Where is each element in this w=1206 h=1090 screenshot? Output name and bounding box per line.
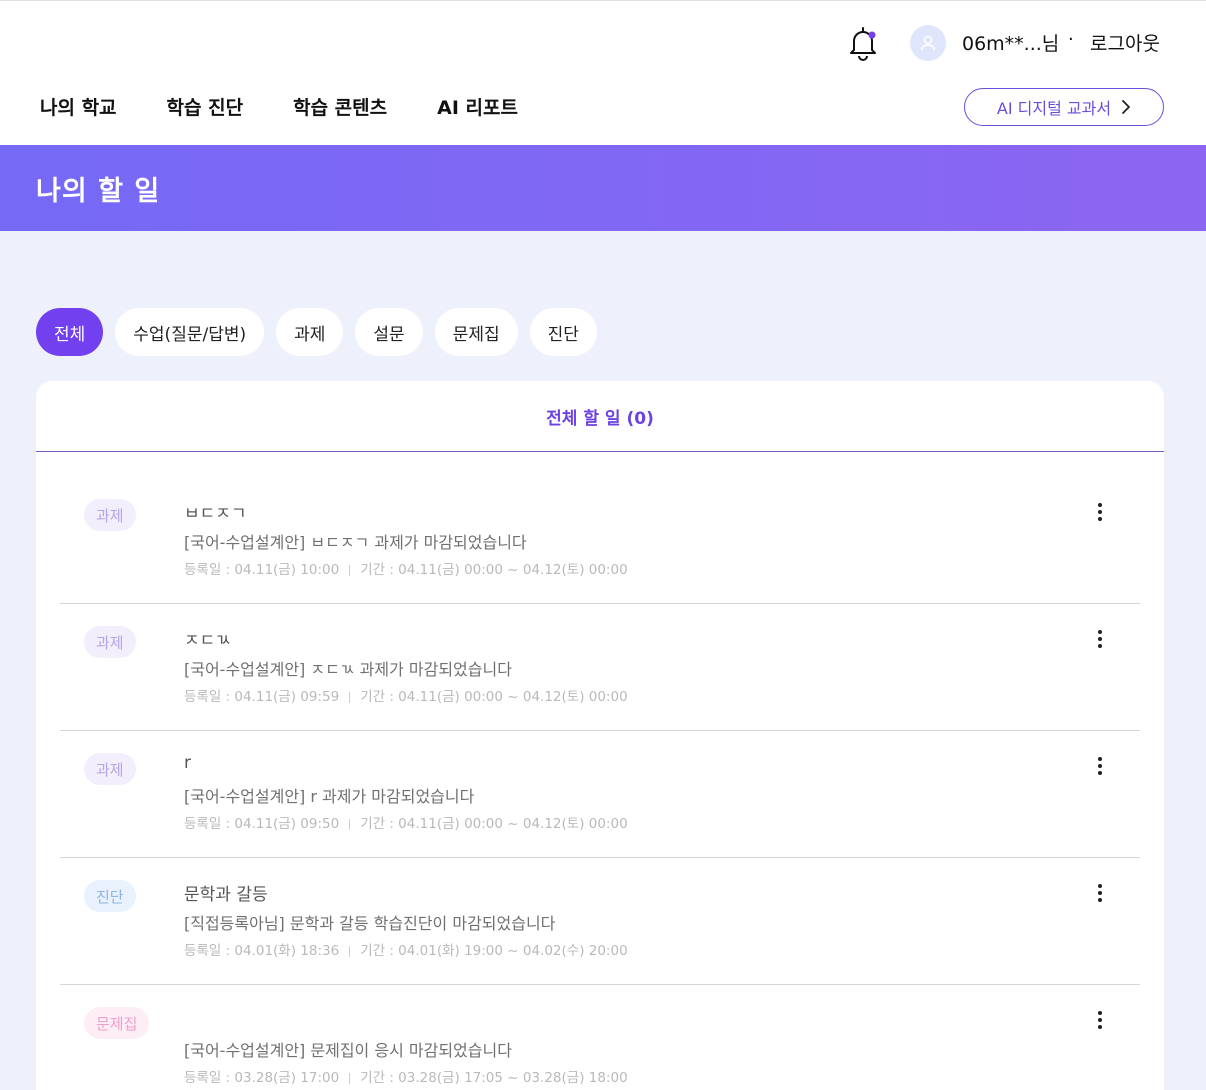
top-header: 06m**...님 · 로그아웃 나의 학교 학습 진단 학습 콘텐츠 AI 리… xyxy=(0,0,1206,145)
registered-date: 등록일 : 04.11(금) 10:00 xyxy=(184,562,340,578)
nav-learning-diagnosis[interactable]: 학습 진단 xyxy=(167,93,244,120)
page-banner: 나의 할 일 xyxy=(0,145,1206,231)
more-options-icon[interactable] xyxy=(1088,626,1112,652)
type-badge: 과제 xyxy=(84,626,136,658)
filter-task[interactable]: 과제 xyxy=(276,308,344,356)
divider xyxy=(349,691,351,703)
chevron-right-icon xyxy=(1122,100,1130,114)
nav-ai-report[interactable]: AI 리포트 xyxy=(437,93,518,120)
list-item[interactable]: 문제집 [국어-수업설계안] 문제집이 응시 마감되었습니다 등록일 : 03.… xyxy=(60,985,1140,1090)
item-meta: 등록일 : 04.11(금) 09:59 기간 : 04.11(금) 00:00 … xyxy=(184,685,628,705)
item-description: [국어-수업설계안] 문제집이 응시 마감되었습니다 xyxy=(184,1041,512,1060)
panel-header: 전체 할 일 (0) xyxy=(36,381,1164,452)
item-description: [국어-수업설계안] ㅂㄷㅈㄱ 과제가 마감되었습니다 xyxy=(184,533,527,552)
list-item[interactable]: 과제 r [국어-수업설계안] r 과제가 마감되었습니다 등록일 : 04.1… xyxy=(60,731,1140,858)
filter-survey[interactable]: 설문 xyxy=(355,308,423,356)
logout-link[interactable]: 로그아웃 xyxy=(1090,29,1160,56)
item-meta: 등록일 : 04.11(금) 09:50 기간 : 04.11(금) 00:00 … xyxy=(184,812,628,832)
type-badge: 과제 xyxy=(84,499,136,531)
filter-class-qa[interactable]: 수업(질문/답변) xyxy=(115,308,265,356)
more-options-icon[interactable] xyxy=(1088,499,1112,525)
period: 기간 : 04.11(금) 00:00 ~ 04.12(토) 00:00 xyxy=(360,689,628,705)
item-title: ㅈㄷㄳ xyxy=(184,631,231,651)
divider xyxy=(349,818,351,830)
user-name: 06m**...님 xyxy=(962,33,1060,55)
bell-icon[interactable] xyxy=(846,25,880,61)
item-description: [직접등록아님] 문학과 갈등 학습진단이 마감되었습니다 xyxy=(184,914,556,933)
registered-date: 등록일 : 04.01(화) 18:36 xyxy=(184,943,340,959)
item-meta: 등록일 : 04.11(금) 10:00 기간 : 04.11(금) 00:00 … xyxy=(184,558,628,578)
item-description: [국어-수업설계안] ㅈㄷㄳ 과제가 마감되었습니다 xyxy=(184,660,512,679)
item-description: [국어-수업설계안] r 과제가 마감되었습니다 xyxy=(184,787,475,806)
period: 기간 : 04.11(금) 00:00 ~ 04.12(토) 00:00 xyxy=(360,816,628,832)
ai-textbook-label: AI 디지털 교과서 xyxy=(996,99,1112,118)
divider xyxy=(349,564,351,576)
list-item[interactable]: 진단 문학과 갈등 [직접등록아님] 문학과 갈등 학습진단이 마감되었습니다 … xyxy=(60,858,1140,985)
item-title: r xyxy=(184,753,191,773)
todo-panel: 전체 할 일 (0) 과제 ㅂㄷㅈㄱ [국어-수업설계안] ㅂㄷㅈㄱ 과제가 마… xyxy=(36,381,1164,1090)
filter-diagnosis[interactable]: 진단 xyxy=(529,308,597,356)
type-badge: 진단 xyxy=(84,880,136,912)
registered-date: 등록일 : 03.28(금) 17:00 xyxy=(184,1070,340,1086)
list-item[interactable]: 과제 ㅈㄷㄳ [국어-수업설계안] ㅈㄷㄳ 과제가 마감되었습니다 등록일 : … xyxy=(60,604,1140,731)
user-icon xyxy=(920,35,936,51)
filter-workbook[interactable]: 문제집 xyxy=(434,308,518,356)
nav-learning-contents[interactable]: 학습 콘텐츠 xyxy=(293,93,387,120)
item-meta: 등록일 : 03.28(금) 17:00 기간 : 03.28(금) 17:05 … xyxy=(184,1066,628,1086)
avatar[interactable] xyxy=(910,25,946,61)
filter-tabs: 전체 수업(질문/답변) 과제 설문 문제집 진단 xyxy=(36,308,609,356)
todo-list: 과제 ㅂㄷㅈㄱ [국어-수업설계안] ㅂㄷㅈㄱ 과제가 마감되었습니다 등록일 … xyxy=(60,477,1140,1090)
registered-date: 등록일 : 04.11(금) 09:50 xyxy=(184,816,340,832)
period: 기간 : 04.01(화) 19:00 ~ 04.02(수) 20:00 xyxy=(360,943,628,959)
registered-date: 등록일 : 04.11(금) 09:59 xyxy=(184,689,340,705)
item-title: 문학과 갈등 xyxy=(184,885,268,905)
divider xyxy=(349,1072,351,1084)
nav-my-school[interactable]: 나의 학교 xyxy=(40,93,117,120)
more-options-icon[interactable] xyxy=(1088,1007,1112,1033)
ai-textbook-button[interactable]: AI 디지털 교과서 xyxy=(964,88,1164,126)
divider xyxy=(349,945,351,957)
panel-title: 전체 할 일 (0) xyxy=(546,408,654,429)
period: 기간 : 03.28(금) 17:05 ~ 03.28(금) 18:00 xyxy=(360,1070,628,1086)
more-options-icon[interactable] xyxy=(1088,880,1112,906)
item-title: ㅂㄷㅈㄱ xyxy=(184,504,247,524)
separator-dot: · xyxy=(1068,29,1074,50)
main-nav: 나의 학교 학습 진단 학습 콘텐츠 AI 리포트 xyxy=(40,93,568,120)
type-badge: 과제 xyxy=(84,753,136,785)
item-meta: 등록일 : 04.01(화) 18:36 기간 : 04.01(화) 19:00 … xyxy=(184,939,628,959)
more-options-icon[interactable] xyxy=(1088,753,1112,779)
type-badge: 문제집 xyxy=(84,1007,150,1039)
page-title: 나의 할 일 xyxy=(36,176,161,207)
filter-all[interactable]: 전체 xyxy=(36,308,104,356)
period: 기간 : 04.11(금) 00:00 ~ 04.12(토) 00:00 xyxy=(360,562,628,578)
list-item[interactable]: 과제 ㅂㄷㅈㄱ [국어-수업설계안] ㅂㄷㅈㄱ 과제가 마감되었습니다 등록일 … xyxy=(60,477,1140,604)
